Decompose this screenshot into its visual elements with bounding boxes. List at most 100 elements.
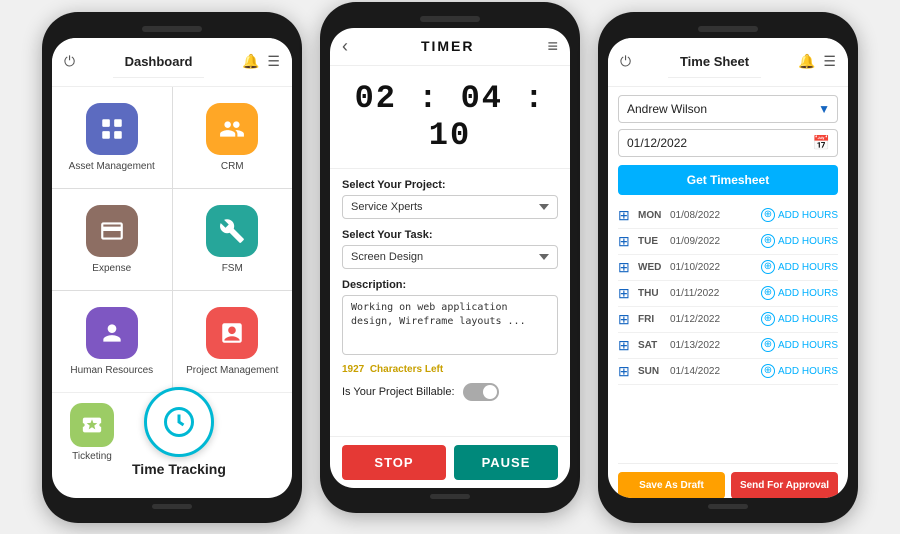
menu-icon[interactable]: ☰ <box>267 53 280 70</box>
pause-button[interactable]: PAUSE <box>454 445 558 480</box>
task-select[interactable]: Screen DesignDevelopmentTesting <box>342 245 558 269</box>
expense-icon <box>86 205 138 257</box>
row-expand-wed[interactable]: ⊞ <box>618 259 634 276</box>
cell-project-management[interactable]: Project Management <box>173 291 293 392</box>
dashboard-title: Dashboard <box>113 46 205 78</box>
send-approval-button[interactable]: Send For Approval <box>731 472 838 498</box>
add-hours-label-sat: ADD HOURS <box>778 340 838 351</box>
add-hours-label-sun: ADD HOURS <box>778 366 838 377</box>
dashboard-grid: Asset Management CRM Expense FSM <box>52 87 292 392</box>
day-sun: SUN <box>638 366 666 377</box>
add-icon-thu: ⊕ <box>761 286 775 300</box>
date-tue: 01/09/2022 <box>670 236 757 247</box>
add-hours-fri[interactable]: ⊕ ADD HOURS <box>761 312 838 326</box>
add-hours-label-fri: ADD HOURS <box>778 314 838 325</box>
power-icon[interactable]: ⏻ <box>64 53 75 70</box>
header-icons: 🔔 ☰ <box>242 53 280 70</box>
row-expand-sat[interactable]: ⊞ <box>618 337 634 354</box>
employee-select[interactable]: Andrew Wilson <box>618 95 838 123</box>
fsm-icon <box>206 205 258 257</box>
human-resources-label: Human Resources <box>70 365 153 376</box>
add-hours-sun[interactable]: ⊕ ADD HOURS <box>761 364 838 378</box>
ts-menu-icon[interactable]: ☰ <box>823 53 836 70</box>
timesheet-screen: ⏻ Time Sheet 🔔 ☰ Andrew Wilson ▼ 📅 Get T… <box>608 38 848 498</box>
date-input[interactable] <box>618 129 838 157</box>
cell-expense[interactable]: Expense <box>52 189 172 290</box>
cell-crm[interactable]: CRM <box>173 87 293 188</box>
day-mon: MON <box>638 210 666 221</box>
date-sun: 01/14/2022 <box>670 366 757 377</box>
crm-label: CRM <box>221 161 244 172</box>
row-expand-mon[interactable]: ⊞ <box>618 207 634 224</box>
table-row: ⊞ SAT 01/13/2022 ⊕ ADD HOURS <box>618 333 838 359</box>
employee-select-wrapper: Andrew Wilson ▼ <box>618 95 838 123</box>
project-management-label: Project Management <box>186 365 278 376</box>
row-expand-tue[interactable]: ⊞ <box>618 233 634 250</box>
toggle-text: No <box>484 387 495 396</box>
table-row: ⊞ TUE 01/09/2022 ⊕ ADD HOURS <box>618 229 838 255</box>
timer-header: ‹ TIMER ≡ <box>330 28 570 66</box>
ts-bell-icon[interactable]: 🔔 <box>798 53 815 70</box>
chars-left: 1927 Characters Left <box>342 364 558 375</box>
cell-human-resources[interactable]: Human Resources <box>52 291 172 392</box>
row-expand-thu[interactable]: ⊞ <box>618 285 634 302</box>
add-hours-mon[interactable]: ⊕ ADD HOURS <box>761 208 838 222</box>
date-mon: 01/08/2022 <box>670 210 757 221</box>
table-row: ⊞ SUN 01/14/2022 ⊕ ADD HOURS <box>618 359 838 385</box>
timer-display: 02 : 04 : 10 <box>330 66 570 169</box>
cell-fsm[interactable]: FSM <box>173 189 293 290</box>
timer-buttons: STOP PAUSE <box>330 436 570 488</box>
time-tracking-label: Time Tracking <box>132 461 226 477</box>
ts-header-icons: 🔔 ☰ <box>798 53 836 70</box>
dashboard-bottom: Ticketing Time Tracking <box>52 392 292 472</box>
date-fri: 01/12/2022 <box>670 314 757 325</box>
stop-button[interactable]: STOP <box>342 445 446 480</box>
bell-icon[interactable]: 🔔 <box>242 53 259 70</box>
day-thu: THU <box>638 288 666 299</box>
phone-timesheet: ⏻ Time Sheet 🔔 ☰ Andrew Wilson ▼ 📅 Get T… <box>598 12 858 523</box>
crm-icon <box>206 103 258 155</box>
save-draft-button[interactable]: Save As Draft <box>618 472 725 498</box>
asset-management-icon <box>86 103 138 155</box>
row-expand-sun[interactable]: ⊞ <box>618 363 634 380</box>
timer-body: Select Your Project: Service XpertsProje… <box>330 169 570 436</box>
add-icon-tue: ⊕ <box>761 234 775 248</box>
timesheet-title: Time Sheet <box>668 46 761 78</box>
billable-label: Is Your Project Billable: <box>342 386 455 398</box>
timer-title: TIMER <box>421 38 475 54</box>
get-timesheet-button[interactable]: Get Timesheet <box>618 165 838 195</box>
cell-asset-management[interactable]: Asset Management <box>52 87 172 188</box>
ticketing-label: Ticketing <box>72 451 112 462</box>
description-textarea[interactable]: Working on web application design, Wiref… <box>342 295 558 355</box>
add-hours-thu[interactable]: ⊕ ADD HOURS <box>761 286 838 300</box>
ticketing-cell[interactable]: Ticketing <box>62 403 122 462</box>
table-row: ⊞ MON 01/08/2022 ⊕ ADD HOURS <box>618 203 838 229</box>
add-hours-label-mon: ADD HOURS <box>778 210 838 221</box>
add-icon-fri: ⊕ <box>761 312 775 326</box>
timer-minutes: 04 <box>461 80 503 117</box>
timer-menu-icon[interactable]: ≡ <box>547 36 558 57</box>
date-thu: 01/11/2022 <box>670 288 757 299</box>
add-hours-sat[interactable]: ⊕ ADD HOURS <box>761 338 838 352</box>
ticketing-icon <box>70 403 114 447</box>
project-select[interactable]: Service XpertsProject AlphaProject Beta <box>342 195 558 219</box>
day-wed: WED <box>638 262 666 273</box>
timesheet-body: Andrew Wilson ▼ 📅 Get Timesheet ⊞ MON 01… <box>608 87 848 498</box>
timer-seconds: 10 <box>429 117 471 154</box>
row-expand-fri[interactable]: ⊞ <box>618 311 634 328</box>
ts-power-icon[interactable]: ⏻ <box>620 53 631 70</box>
add-hours-label-wed: ADD HOURS <box>778 262 838 273</box>
table-row: ⊞ WED 01/10/2022 ⊕ ADD HOURS <box>618 255 838 281</box>
timer-hours: 02 <box>355 80 397 117</box>
date-wrapper: 📅 <box>618 129 838 157</box>
time-tracking-fab[interactable] <box>144 387 214 457</box>
add-icon-sat: ⊕ <box>761 338 775 352</box>
back-button[interactable]: ‹ <box>342 36 348 57</box>
add-hours-wed[interactable]: ⊕ ADD HOURS <box>761 260 838 274</box>
timer-colon1: : <box>418 80 460 117</box>
project-label: Select Your Project: <box>342 179 558 191</box>
table-row: ⊞ THU 01/11/2022 ⊕ ADD HOURS <box>618 281 838 307</box>
add-hours-tue[interactable]: ⊕ ADD HOURS <box>761 234 838 248</box>
billable-toggle[interactable]: No <box>463 383 499 401</box>
time-tracking-cell[interactable]: Time Tracking <box>132 387 226 477</box>
